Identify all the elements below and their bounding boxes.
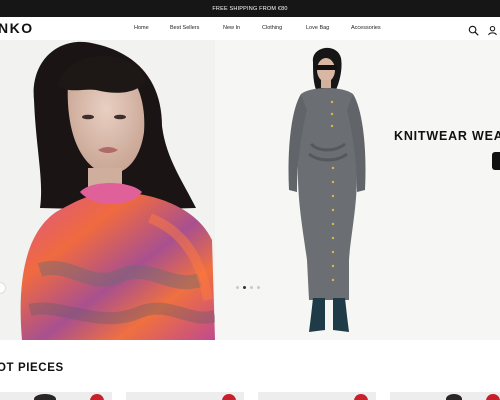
carousel-dots	[236, 286, 260, 289]
promo-text: FREE SHIPPING FROM €80	[212, 5, 288, 12]
nav-love-bag[interactable]: Love Bag	[306, 25, 329, 31]
carousel-dot[interactable]	[250, 286, 253, 289]
nav-accessories[interactable]: Accessories	[351, 25, 381, 31]
hero-cta-button[interactable]	[492, 152, 500, 170]
product-card[interactable]	[390, 392, 500, 400]
carousel-dot[interactable]	[257, 286, 260, 289]
hero-banner[interactable]	[0, 40, 500, 340]
nav-clothing[interactable]: Clothing	[262, 25, 282, 31]
product-image	[34, 394, 56, 400]
hero-image-dress	[215, 40, 500, 340]
nav-best-sellers[interactable]: Best Sellers	[170, 25, 199, 31]
brand-logo[interactable]: NKO	[0, 20, 34, 36]
hero-title: KNITWEAR WEA	[394, 129, 500, 143]
site-header: NKO Home Best Sellers New In Clothing Lo…	[0, 17, 500, 40]
product-image	[446, 394, 462, 400]
search-icon[interactable]	[468, 23, 479, 36]
nav-new-in[interactable]: New In	[223, 25, 240, 31]
hero-image-sweater	[0, 40, 215, 340]
account-icon[interactable]	[487, 23, 498, 36]
carousel-dot-active[interactable]	[243, 286, 246, 289]
carousel-dot[interactable]	[236, 286, 239, 289]
section-title: OT PIECES	[0, 362, 64, 374]
nav-home[interactable]: Home	[134, 25, 149, 31]
promo-bar: FREE SHIPPING FROM €80	[0, 0, 500, 17]
